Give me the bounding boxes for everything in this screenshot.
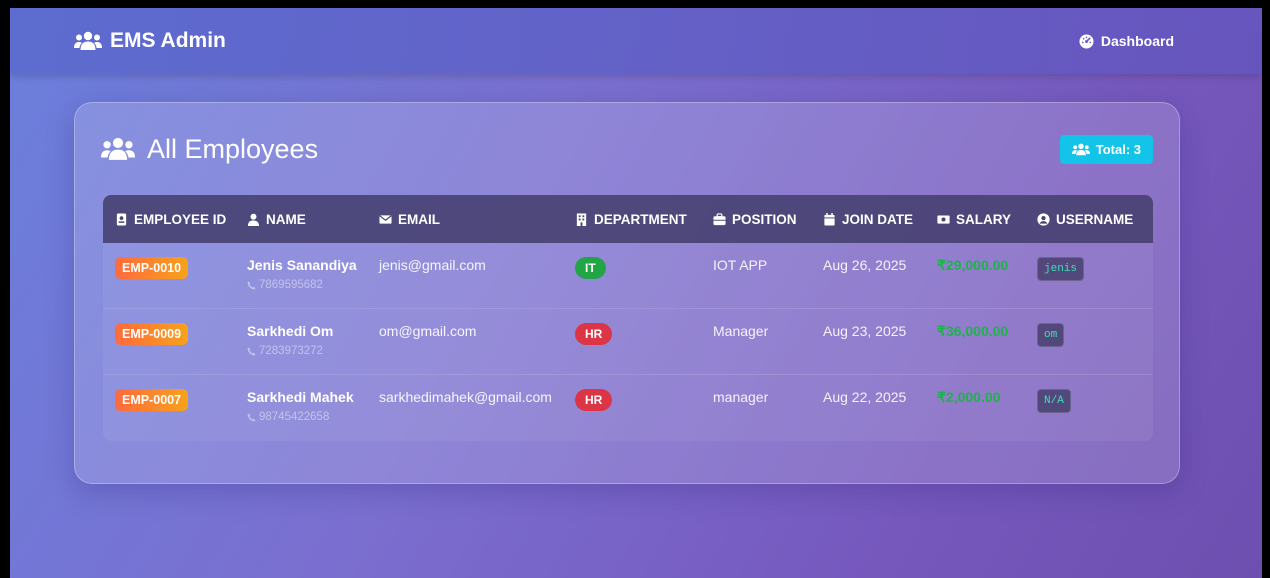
brand[interactable]: EMS Admin (74, 29, 226, 53)
cell-employee-id: EMP-0007 (103, 389, 235, 411)
header-label: SALARY (956, 211, 1012, 227)
header-department[interactable]: DEPARTMENT (563, 212, 701, 227)
employee-name: Jenis Sanandiya (247, 257, 357, 273)
phone-number: 7869595682 (259, 279, 323, 291)
cell-department: HR (563, 389, 701, 411)
employee-join-date: Aug 26, 2025 (823, 257, 907, 273)
phone-icon (247, 346, 256, 356)
employee-email: om@gmail.com (379, 323, 477, 339)
total-badge: Total: 3 (1059, 134, 1153, 164)
cell-name: Sarkhedi Mahek 98745422658 (235, 389, 367, 423)
employee-id-badge: EMP-0009 (115, 323, 189, 345)
cell-username: N/A (1025, 389, 1153, 413)
header-label: POSITION (732, 211, 797, 227)
header-label: EMPLOYEE ID (134, 211, 227, 227)
header-label: DEPARTMENT (594, 211, 687, 227)
phone-icon (247, 280, 256, 290)
header-employee-id[interactable]: EMPLOYEE ID (103, 212, 235, 227)
employees-table: EMPLOYEE ID NAME EMAIL DEPARTMENT POSITI… (103, 195, 1153, 441)
header-salary[interactable]: SALARY (925, 212, 1025, 227)
dashboard-gauge-icon (1079, 33, 1094, 49)
header-label: USERNAME (1056, 211, 1134, 227)
department-badge: HR (575, 323, 613, 345)
department-badge: IT (575, 257, 606, 279)
page-title-text: All Employees (147, 133, 319, 164)
table-row[interactable]: EMP-0009 Sarkhedi Om 7283973272 om@gmail… (103, 309, 1153, 375)
employee-email: jenis@gmail.com (379, 257, 486, 273)
employee-salary: ₹2,000.00 (937, 389, 1001, 405)
header-label: NAME (266, 211, 306, 227)
employee-phone: 7869595682 (247, 279, 367, 291)
user-icon (247, 213, 260, 226)
employee-name: Sarkhedi Om (247, 323, 334, 339)
employee-position: manager (713, 389, 769, 405)
username-badge: N/A (1037, 389, 1071, 413)
employee-phone: 98745422658 (247, 411, 367, 423)
app-window: EMS Admin Dashboard All Employees Total:… (10, 8, 1262, 578)
header-position[interactable]: POSITION (701, 212, 811, 227)
users-icon (1071, 143, 1090, 155)
phone-icon (247, 412, 256, 422)
phone-number: 98745422658 (259, 411, 330, 423)
employee-phone: 7283973272 (247, 345, 367, 357)
table-header: EMPLOYEE ID NAME EMAIL DEPARTMENT POSITI… (103, 195, 1153, 243)
brand-title: EMS Admin (110, 29, 226, 52)
username-badge: om (1037, 323, 1065, 347)
employee-salary: ₹29,000.00 (937, 257, 1009, 273)
users-icon (74, 31, 102, 50)
cell-name: Jenis Sanandiya 7869595682 (235, 257, 367, 291)
header-label: EMAIL (398, 211, 440, 227)
users-icon (101, 137, 135, 160)
employee-join-date: Aug 22, 2025 (823, 389, 907, 405)
cell-username: om (1025, 323, 1153, 347)
card-header: All Employees Total: 3 (101, 129, 1153, 169)
dashboard-link[interactable]: Dashboard (1079, 33, 1174, 49)
phone-number: 7283973272 (259, 345, 323, 357)
employee-email: sarkhedimahek@gmail.com (379, 389, 552, 405)
employee-join-date: Aug 23, 2025 (823, 323, 907, 339)
header-name[interactable]: NAME (235, 212, 367, 227)
table-row[interactable]: EMP-0007 Sarkhedi Mahek 98745422658 sark… (103, 375, 1153, 441)
user-circle-icon (1037, 212, 1050, 226)
dashboard-label: Dashboard (1100, 33, 1174, 49)
cell-employee-id: EMP-0009 (103, 323, 235, 345)
id-card-icon (116, 212, 127, 226)
envelope-icon (379, 214, 392, 224)
header-username[interactable]: USERNAME (1025, 212, 1153, 227)
navbar: EMS Admin Dashboard (10, 8, 1262, 74)
employee-position: Manager (713, 323, 769, 339)
total-label: Total: 3 (1095, 141, 1141, 157)
department-badge: HR (575, 389, 613, 411)
cell-department: HR (563, 323, 701, 345)
employee-position: IOT APP (713, 257, 768, 273)
employees-card: All Employees Total: 3 EMPLOYEE ID NAME … (74, 102, 1180, 484)
employee-id-badge: EMP-0010 (115, 257, 189, 279)
page-title: All Employees (101, 134, 318, 165)
building-icon (576, 212, 587, 226)
calendar-icon (824, 212, 835, 226)
cell-department: IT (563, 257, 701, 279)
header-email[interactable]: EMAIL (367, 212, 563, 227)
cell-employee-id: EMP-0010 (103, 257, 235, 279)
table-row[interactable]: EMP-0010 Jenis Sanandiya 7869595682 jeni… (103, 243, 1153, 309)
cell-name: Sarkhedi Om 7283973272 (235, 323, 367, 357)
briefcase-icon (713, 212, 726, 225)
header-label: JOIN DATE (842, 211, 914, 227)
header-join-date[interactable]: JOIN DATE (811, 212, 925, 227)
cell-username: jenis (1025, 257, 1153, 281)
employee-name: Sarkhedi Mahek (247, 389, 354, 405)
employee-id-badge: EMP-0007 (115, 389, 189, 411)
username-badge: jenis (1037, 257, 1085, 281)
money-bill-icon (937, 214, 950, 224)
employee-salary: ₹36,000.00 (937, 323, 1009, 339)
